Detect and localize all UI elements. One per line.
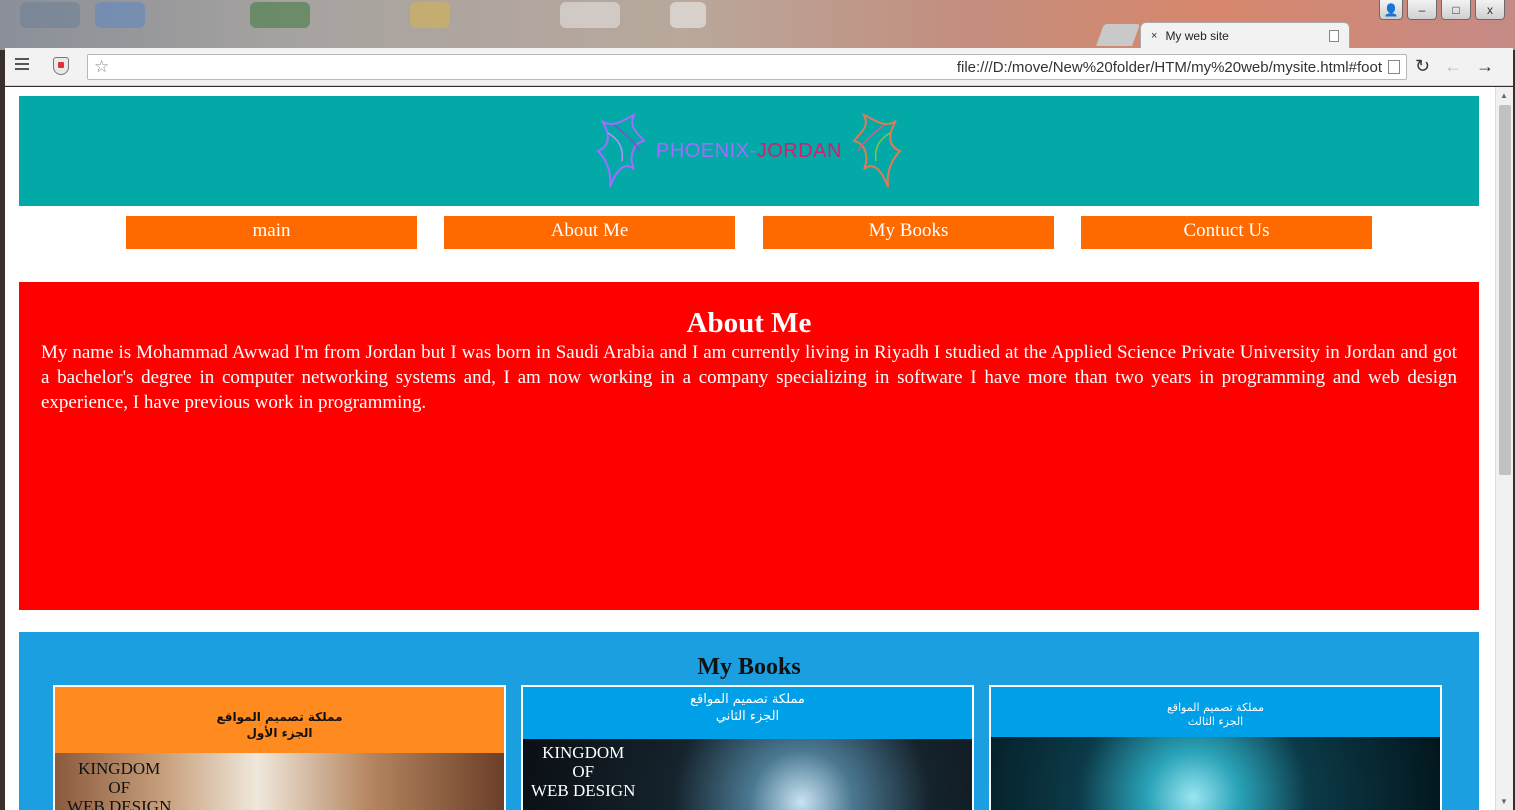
- reload-icon[interactable]: ↻: [1415, 56, 1430, 77]
- window-controls: 👤 – □ x: [1379, 0, 1505, 20]
- browser-tab[interactable]: × My web site: [1140, 22, 1350, 49]
- desktop-icon-blur: [95, 2, 145, 28]
- bookmark-star-icon[interactable]: ☆: [94, 57, 116, 77]
- tab-close-icon[interactable]: ×: [1151, 30, 1157, 42]
- forward-arrow-icon[interactable]: →: [1476, 56, 1494, 77]
- desktop-icon-blur: [560, 2, 620, 28]
- phoenix-right-icon: [852, 113, 902, 188]
- book-card-1[interactable]: مملكة تصميم المواقع الجزء الأول KINGDOM …: [53, 685, 506, 810]
- desktop-icon-blur: [670, 2, 706, 28]
- back-arrow-icon[interactable]: ←: [1444, 56, 1462, 77]
- site-header: PHOENIX-JORDAN: [19, 96, 1479, 206]
- logo-text: PHOENIX-JORDAN: [656, 139, 842, 162]
- user-icon[interactable]: 👤: [1379, 0, 1403, 20]
- page-info-icon[interactable]: [1388, 60, 1400, 74]
- books-title: My Books: [697, 654, 801, 680]
- page-icon: [1329, 30, 1339, 42]
- main-nav: main About Me My Books Contuct Us: [5, 216, 1495, 250]
- extension-shield-icon[interactable]: [53, 57, 69, 75]
- book-cover-title: KINGDOM OF WEB DESIGN: [531, 743, 636, 800]
- menu-icon[interactable]: [15, 58, 29, 72]
- site-logo[interactable]: PHOENIX-JORDAN: [594, 111, 904, 191]
- about-title: About Me: [686, 307, 812, 339]
- books-section: My Books مملكة تصميم المواقع الجزء الأول…: [19, 632, 1479, 810]
- desktop-icon-blur: [20, 2, 80, 28]
- scroll-down-icon[interactable]: ▼: [1500, 797, 1508, 806]
- close-window-button[interactable]: x: [1475, 0, 1505, 20]
- book-card-3[interactable]: مملكة تصميم المواقع الجزء الثالث: [989, 685, 1442, 810]
- vertical-scrollbar[interactable]: ▲ ▼: [1495, 87, 1513, 810]
- scroll-thumb[interactable]: [1499, 105, 1511, 475]
- desktop-icon-blur: [410, 2, 450, 28]
- navigation-buttons: ↻ ← →: [1415, 56, 1494, 77]
- address-bar[interactable]: ☆ file:///D:/move/New%20folder/HTM/my%20…: [87, 54, 1407, 80]
- phoenix-left-icon: [596, 113, 646, 188]
- tab-title: My web site: [1165, 29, 1229, 43]
- book-card-2[interactable]: مملكة تصميم المواقع الجزء الثاني KINGDOM…: [521, 685, 974, 810]
- nav-item-my-books[interactable]: My Books: [763, 216, 1054, 249]
- desktop-icon-blur: [250, 2, 310, 28]
- nav-item-contact-us[interactable]: Contuct Us: [1081, 216, 1372, 249]
- book-header: مملكة تصميم المواقع الجزء الأول: [216, 710, 343, 740]
- about-section: About Me My name is Mohammad Awwad I'm f…: [19, 282, 1479, 610]
- book-header: مملكة تصميم المواقع الجزء الثاني: [690, 692, 805, 724]
- scroll-up-icon[interactable]: ▲: [1500, 91, 1508, 100]
- nav-item-about-me[interactable]: About Me: [444, 216, 735, 249]
- maximize-button[interactable]: □: [1441, 0, 1471, 20]
- page-viewport: PHOENIX-JORDAN main About Me My Books Co…: [5, 87, 1495, 810]
- book-cover-image: [991, 737, 1440, 810]
- browser-toolbar: ☆ file:///D:/move/New%20folder/HTM/my%20…: [5, 48, 1513, 86]
- nav-item-main[interactable]: main: [126, 216, 417, 249]
- minimize-button[interactable]: –: [1407, 0, 1437, 20]
- book-cover-title: KINGDOM OF WEB DESIGN: [67, 759, 172, 810]
- about-text: My name is Mohammad Awwad I'm from Jorda…: [41, 342, 1457, 413]
- book-header: مملكة تصميم المواقع الجزء الثالث: [1166, 701, 1265, 728]
- url-text[interactable]: file:///D:/move/New%20folder/HTM/my%20we…: [116, 59, 1388, 76]
